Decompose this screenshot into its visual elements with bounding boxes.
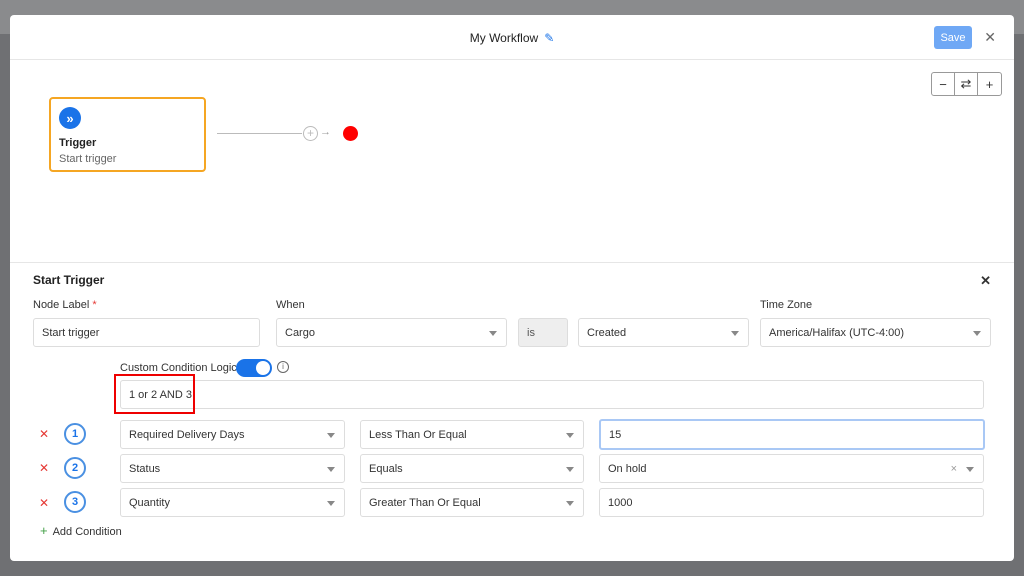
zoom-in-button[interactable]: + [978, 73, 1001, 95]
node-label-input[interactable]: Start trigger [33, 318, 260, 347]
zoom-out-button[interactable]: − [932, 73, 955, 95]
trigger-node[interactable]: » Trigger Start trigger [49, 97, 206, 172]
modal-header: My Workflow ✎ Save ✕ [10, 15, 1014, 60]
condition-field-select[interactable]: Required Delivery Days [120, 420, 345, 449]
panel-title: Start Trigger [33, 273, 105, 287]
condition-value-input[interactable]: 1000 [599, 488, 984, 517]
workflow-canvas[interactable]: − ⇄ + » Trigger Start trigger + → [10, 60, 1014, 263]
remove-condition-icon[interactable]: ✕ [39, 427, 49, 441]
when-select[interactable]: Cargo [276, 318, 507, 347]
add-condition-button[interactable]: + Add Condition [40, 523, 122, 538]
condition-number: 2 [64, 457, 86, 479]
chevron-down-icon [731, 331, 739, 336]
highlight-box [114, 374, 195, 414]
condition-field-select[interactable]: Quantity [120, 488, 345, 517]
timezone-select[interactable]: America/Halifax (UTC-4:00) [760, 318, 991, 347]
chevron-down-icon [973, 331, 981, 336]
condition-number: 1 [64, 423, 86, 445]
node-title: Trigger [59, 137, 97, 149]
pencil-edit-icon[interactable]: ✎ [544, 31, 554, 45]
connector-line [217, 133, 302, 134]
save-button[interactable]: Save [934, 26, 972, 49]
double-chevron-right-icon: » [59, 107, 81, 129]
end-node [343, 126, 358, 141]
condition-value-select[interactable]: On hold × [599, 454, 984, 483]
chevron-down-icon [489, 331, 497, 336]
close-icon[interactable]: ✕ [984, 29, 996, 46]
add-node-icon[interactable]: + [303, 126, 318, 141]
custom-logic-label: Custom Condition Logics [120, 362, 243, 374]
custom-logic-input[interactable]: 1 or 2 AND 3 [120, 380, 984, 409]
remove-condition-icon[interactable]: ✕ [39, 461, 49, 475]
when-label: When [276, 299, 305, 311]
clear-icon[interactable]: × [951, 463, 957, 475]
timezone-label: Time Zone [760, 299, 813, 311]
node-subtitle: Start trigger [59, 153, 117, 165]
condition-field-select[interactable]: Status [120, 454, 345, 483]
operator-is: is [518, 318, 568, 347]
remove-condition-icon[interactable]: ✕ [39, 496, 49, 510]
node-label-label: Node Label * [33, 299, 97, 311]
panel-close-icon[interactable]: ✕ [980, 273, 991, 289]
condition-operator-select[interactable]: Greater Than Or Equal [360, 488, 584, 517]
condition-operator-select[interactable]: Less Than Or Equal [360, 420, 584, 449]
condition-operator-select[interactable]: Equals [360, 454, 584, 483]
zoom-controls: − ⇄ + [931, 72, 1002, 96]
event-select[interactable]: Created [578, 318, 749, 347]
custom-logic-toggle[interactable] [236, 359, 272, 377]
reset-view-button[interactable]: ⇄ [955, 73, 978, 95]
condition-number: 3 [64, 491, 86, 513]
condition-value-input[interactable]: 15 [599, 419, 985, 450]
arrow-icon: → [320, 126, 331, 138]
plus-icon: + [40, 523, 48, 538]
workflow-title: My Workflow [469, 31, 539, 45]
info-icon[interactable]: i [277, 361, 289, 373]
trigger-panel: Start Trigger ✕ [10, 263, 1014, 297]
